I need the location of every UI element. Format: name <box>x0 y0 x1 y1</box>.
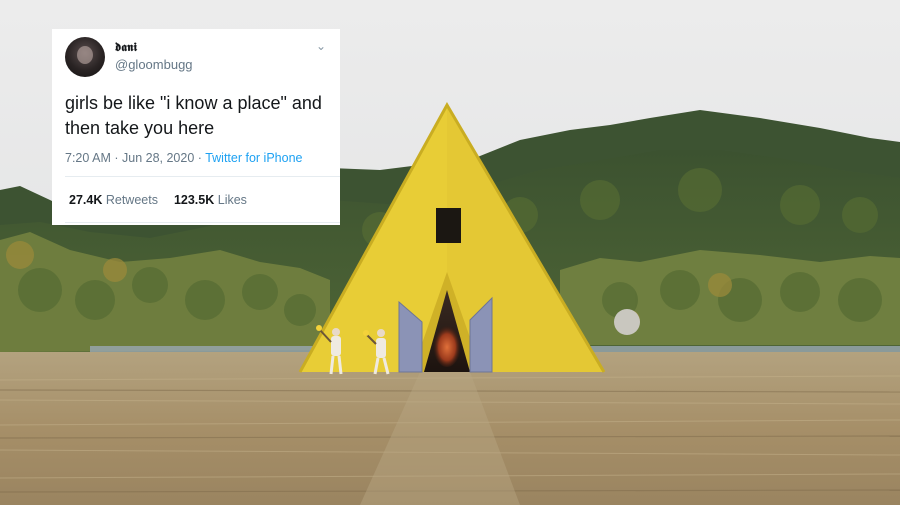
tweet-source-link[interactable]: Twitter for iPhone <box>205 151 302 165</box>
retweets-label: Retweets <box>105 193 158 207</box>
tweet-card[interactable]: 𝖉𝖆𝖓𝖎 @gloombugg ⌄ girls be like "i know … <box>52 29 340 225</box>
tweet-text: girls be like "i know a place" and then … <box>65 93 322 138</box>
white-tree <box>614 309 640 335</box>
user-handle[interactable]: @gloombugg <box>115 57 193 72</box>
tweet-date[interactable]: Jun 28, 2020 <box>122 151 194 165</box>
avatar[interactable] <box>65 37 105 77</box>
tweet-time: 7:20 AM <box>65 151 111 165</box>
chevron-down-icon[interactable]: ⌄ <box>316 39 326 53</box>
tweet-meta: 7:20 AM · Jun 28, 2020 · Twitter for iPh… <box>65 151 302 165</box>
likes-stat[interactable]: 123.5K Likes <box>174 193 247 207</box>
display-name[interactable]: 𝖉𝖆𝖓𝖎 <box>115 40 137 55</box>
likes-label: Likes <box>217 193 247 207</box>
entrance-fire <box>433 323 461 367</box>
pyramid-window <box>436 208 461 243</box>
retweets-count: 27.4K <box>69 193 103 207</box>
meta-separator: · <box>114 151 122 165</box>
tweet-stats: 27.4K Retweets 123.5K Likes <box>69 193 247 207</box>
retweets-stat[interactable]: 27.4K Retweets <box>69 193 158 207</box>
divider <box>65 176 340 177</box>
likes-count: 123.5K <box>173 193 215 207</box>
divider-bottom <box>65 222 340 223</box>
